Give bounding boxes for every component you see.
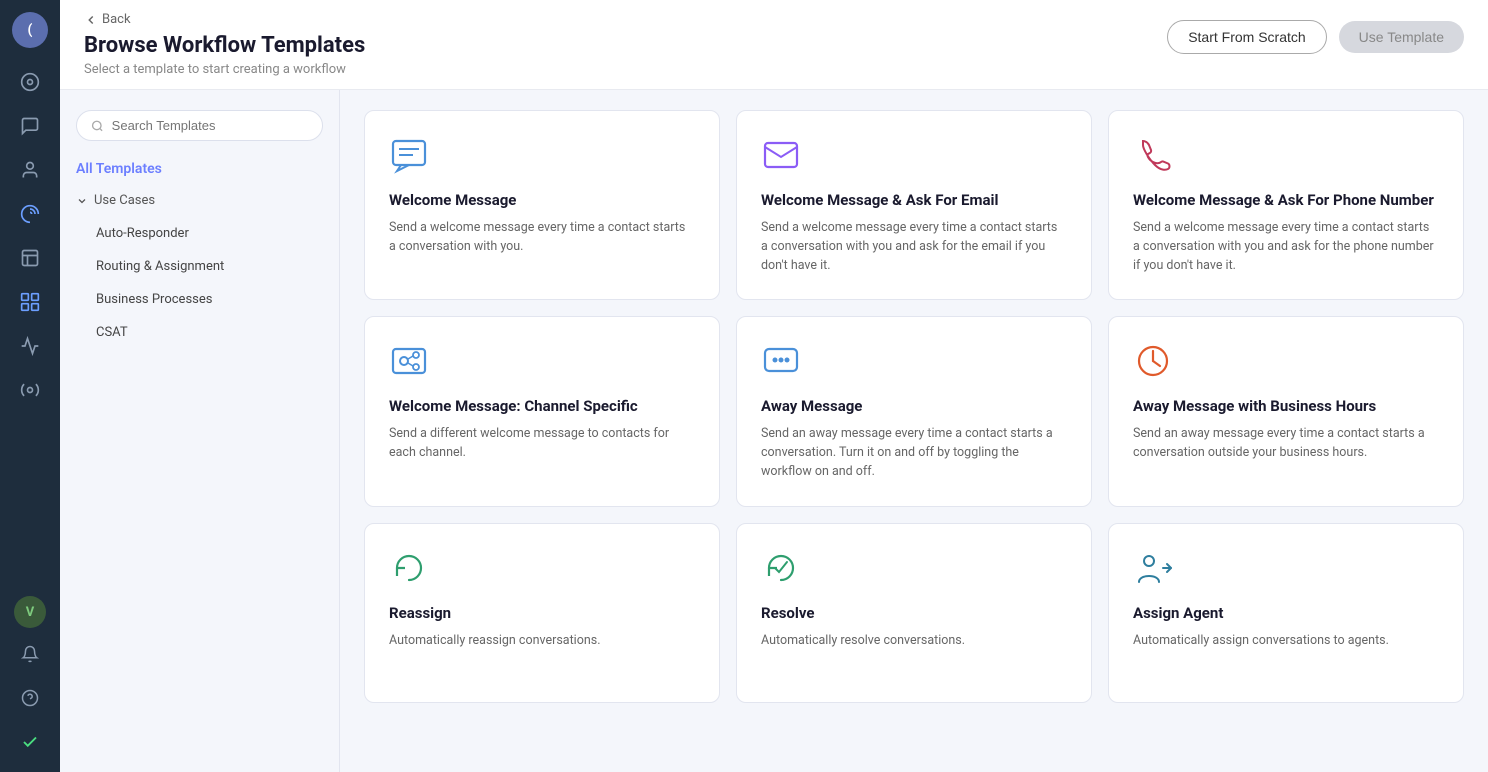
start-from-scratch-button[interactable]: Start From Scratch	[1167, 20, 1326, 54]
card-icon-mail	[761, 135, 1067, 175]
sidebar-icon-contacts[interactable]	[12, 152, 48, 188]
sidebar-icon-status[interactable]	[12, 724, 48, 760]
sidebar-item-routing-assignment[interactable]: Routing & Assignment	[76, 251, 323, 282]
sidebar-icon-dashboard[interactable]	[12, 64, 48, 100]
sidebar-logo: (	[12, 12, 48, 48]
card-icon-person-arrow	[1133, 548, 1439, 588]
search-input[interactable]	[112, 118, 308, 133]
sidebar-icon-workflows[interactable]	[12, 284, 48, 320]
card-title: Welcome Message & Ask For Phone Number	[1133, 191, 1439, 209]
card-title: Welcome Message & Ask For Email	[761, 191, 1067, 209]
sidebar-icon-inbox[interactable]	[12, 240, 48, 276]
sidebar-icon-notifications[interactable]	[12, 636, 48, 672]
topbar: Back Browse Workflow Templates Select a …	[60, 0, 1488, 90]
use-cases-items: Auto-Responder Routing & Assignment Busi…	[76, 218, 323, 348]
search-box[interactable]	[76, 110, 323, 141]
sidebar-item-auto-responder[interactable]: Auto-Responder	[76, 218, 323, 249]
card-icon-clock	[1133, 341, 1439, 381]
sidebar-icon-help[interactable]	[12, 680, 48, 716]
card-icon-refresh	[389, 548, 695, 588]
template-card-away-hours[interactable]: Away Message with Business Hours Send an…	[1108, 316, 1464, 506]
card-desc: Send a welcome message every time a cont…	[761, 219, 1067, 275]
sidebar: ( V	[0, 0, 60, 772]
card-icon-phone	[1133, 135, 1439, 175]
templates-grid: Welcome Message Send a welcome message e…	[364, 110, 1464, 703]
card-desc: Automatically reassign conversations.	[389, 632, 695, 651]
sidebar-icon-broadcasts[interactable]	[12, 196, 48, 232]
template-card-welcome-phone[interactable]: Welcome Message & Ask For Phone Number S…	[1108, 110, 1464, 300]
card-title: Welcome Message: Channel Specific	[389, 397, 695, 415]
sidebar-item-csat[interactable]: CSAT	[76, 317, 323, 348]
template-card-welcome-channel[interactable]: Welcome Message: Channel Specific Send a…	[364, 316, 720, 506]
card-icon-channel	[389, 341, 695, 381]
use-cases-label: Use Cases	[94, 193, 155, 208]
back-link[interactable]: Back	[84, 12, 365, 27]
card-desc: Send a welcome message every time a cont…	[389, 219, 695, 257]
template-card-welcome-message[interactable]: Welcome Message Send a welcome message e…	[364, 110, 720, 300]
card-icon-bubble	[761, 341, 1067, 381]
template-card-assign-agent[interactable]: Assign Agent Automatically assign conver…	[1108, 523, 1464, 703]
sidebar-icon-conversations[interactable]	[12, 108, 48, 144]
sidebar-item-business-processes[interactable]: Business Processes	[76, 284, 323, 315]
main-area: Back Browse Workflow Templates Select a …	[60, 0, 1488, 772]
card-icon-chat	[389, 135, 695, 175]
card-desc: Automatically resolve conversations.	[761, 632, 1067, 651]
card-title: Welcome Message	[389, 191, 695, 209]
card-title: Reassign	[389, 604, 695, 622]
template-card-welcome-email[interactable]: Welcome Message & Ask For Email Send a w…	[736, 110, 1092, 300]
card-desc: Send an away message every time a contac…	[1133, 425, 1439, 463]
card-desc: Automatically assign conversations to ag…	[1133, 632, 1439, 651]
card-desc: Send a welcome message every time a cont…	[1133, 219, 1439, 275]
templates-area: Welcome Message Send a welcome message e…	[340, 90, 1488, 772]
card-title: Away Message	[761, 397, 1067, 415]
page-title: Browse Workflow Templates	[84, 33, 365, 58]
card-desc: Send a different welcome message to cont…	[389, 425, 695, 463]
use-cases-section: Use Cases Auto-Responder Routing & Assig…	[76, 193, 323, 348]
card-title: Away Message with Business Hours	[1133, 397, 1439, 415]
card-desc: Send an away message every time a contac…	[761, 425, 1067, 481]
content-area: All Templates Use Cases Auto-Responder R…	[60, 90, 1488, 772]
topbar-actions: Start From Scratch Use Template	[1167, 20, 1464, 54]
chevron-down-icon	[76, 195, 88, 207]
card-title: Assign Agent	[1133, 604, 1439, 622]
use-cases-header[interactable]: Use Cases	[76, 193, 323, 208]
search-icon	[91, 119, 104, 133]
template-card-resolve[interactable]: Resolve Automatically resolve conversati…	[736, 523, 1092, 703]
template-card-away-message[interactable]: Away Message Send an away message every …	[736, 316, 1092, 506]
page-subtitle: Select a template to start creating a wo…	[84, 62, 365, 77]
sidebar-icon-settings[interactable]	[12, 372, 48, 408]
left-panel: All Templates Use Cases Auto-Responder R…	[60, 90, 340, 772]
back-label: Back	[102, 12, 131, 27]
sidebar-icon-analytics[interactable]	[12, 328, 48, 364]
use-template-button[interactable]: Use Template	[1339, 21, 1464, 53]
user-avatar[interactable]: V	[14, 596, 46, 628]
card-icon-check-circle	[761, 548, 1067, 588]
template-card-reassign[interactable]: Reassign Automatically reassign conversa…	[364, 523, 720, 703]
card-title: Resolve	[761, 604, 1067, 622]
all-templates-label[interactable]: All Templates	[76, 161, 323, 177]
